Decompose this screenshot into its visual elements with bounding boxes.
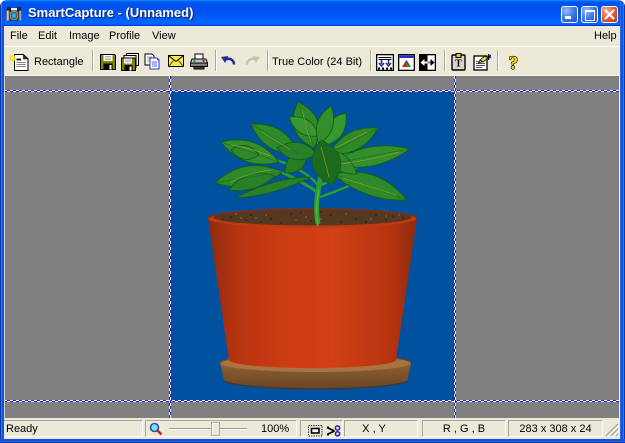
svg-text:?: ? — [509, 53, 519, 73]
svg-text:T: T — [455, 59, 462, 70]
